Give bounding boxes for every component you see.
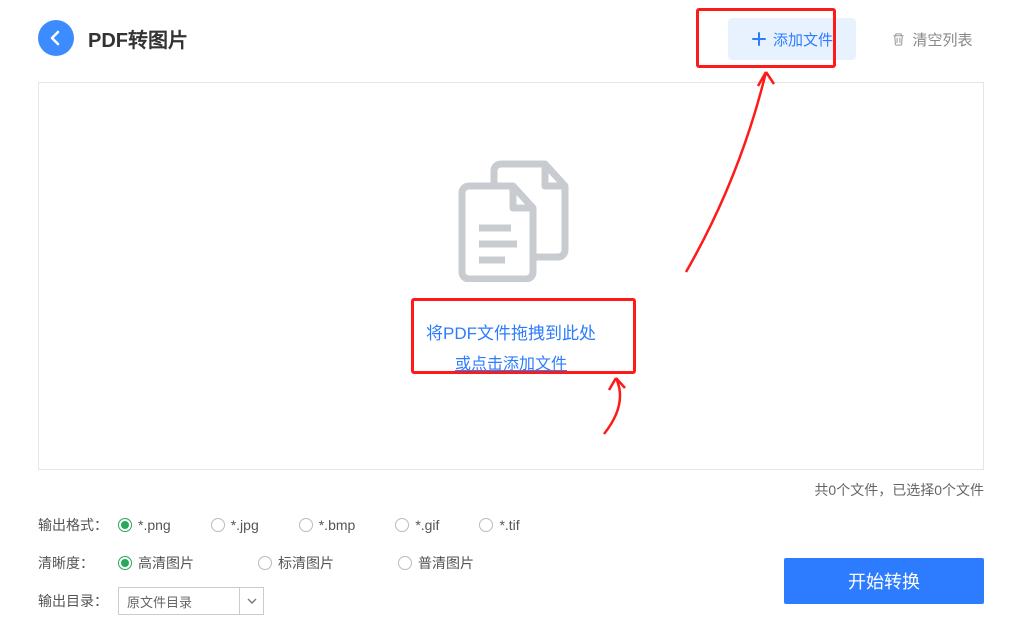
files-icon [441, 152, 581, 287]
file-status: 共0个文件，已选择0个文件 [38, 480, 984, 500]
format-radio-tif[interactable]: *.tif [479, 517, 519, 533]
back-button[interactable] [38, 20, 74, 56]
format-radio-bmp[interactable]: *.bmp [299, 517, 356, 533]
format-radio-group: *.png *.jpg *.bmp *.gif *.tif [118, 517, 520, 533]
drop-zone[interactable]: 将PDF文件拖拽到此处 或点击添加文件 [38, 82, 984, 470]
quality-radio-group: 高清图片 标清图片 普清图片 [118, 553, 474, 573]
format-radio-jpg[interactable]: *.jpg [211, 517, 259, 533]
quality-radio-normal[interactable]: 普清图片 [398, 553, 474, 573]
drag-text: 将PDF文件拖拽到此处 [426, 319, 596, 344]
clear-list-label: 清空列表 [912, 29, 972, 50]
page-title: PDF转图片 [88, 24, 188, 53]
output-dir-select[interactable]: 原文件目录 [118, 587, 264, 615]
add-file-button[interactable]: 添加文件 [728, 18, 856, 60]
output-dir-value: 原文件目录 [119, 592, 239, 611]
output-dir-label: 输出目录： [38, 591, 118, 611]
plus-icon [751, 31, 767, 47]
quality-label: 清晰度： [38, 553, 118, 573]
quality-radio-standard[interactable]: 标清图片 [258, 553, 334, 573]
click-add-link[interactable]: 或点击添加文件 [455, 350, 567, 374]
chevron-down-icon [239, 588, 263, 614]
output-format-label: 输出格式： [38, 515, 118, 535]
clear-list-button[interactable]: 清空列表 [880, 18, 984, 60]
start-convert-button[interactable]: 开始转换 [784, 558, 984, 604]
format-radio-png[interactable]: *.png [118, 517, 171, 533]
add-file-label: 添加文件 [773, 29, 833, 50]
quality-radio-high[interactable]: 高清图片 [118, 553, 194, 573]
trash-icon [891, 32, 906, 47]
format-radio-gif[interactable]: *.gif [395, 517, 439, 533]
